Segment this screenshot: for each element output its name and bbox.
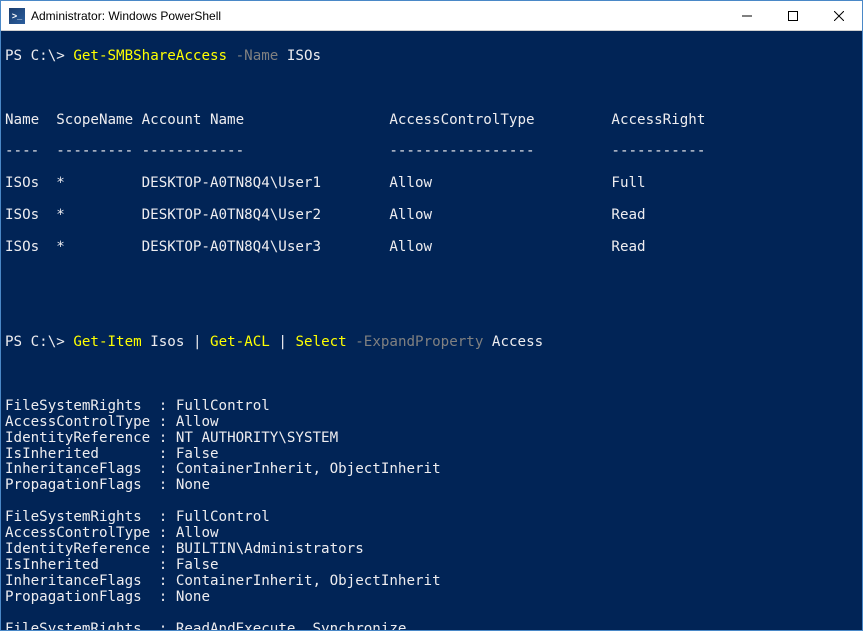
acl-value: None — [176, 589, 210, 605]
prompt: PS C:\> — [5, 334, 73, 350]
acl-row: AccessControlType: Allow — [5, 526, 858, 542]
prompt: PS C:\> — [5, 48, 73, 64]
acl-row: AccessControlType: Allow — [5, 415, 858, 431]
cmdlet: Get-Item — [73, 334, 141, 350]
blank-line — [5, 81, 858, 97]
acl-sep: : — [159, 510, 176, 526]
acl-value: NT AUTHORITY\SYSTEM — [176, 430, 338, 446]
acl-value: ContainerInherit, ObjectInherit — [176, 461, 441, 477]
acl-sep: : — [159, 399, 176, 415]
acl-value: None — [176, 477, 210, 493]
acl-key: AccessControlType — [5, 526, 159, 542]
window-title: Administrator: Windows PowerShell — [31, 9, 221, 23]
acl-key: PropagationFlags — [5, 478, 159, 494]
acl-key: InheritanceFlags — [5, 462, 159, 478]
acl-sep: : — [159, 574, 176, 590]
cmdlet: Select — [287, 334, 347, 350]
blank-line — [5, 606, 858, 622]
col-act: AccessControlType — [389, 113, 611, 129]
arg: Access — [483, 334, 543, 350]
acl-key: IsInherited — [5, 558, 159, 574]
acl-row: IdentityReference: NT AUTHORITY\SYSTEM — [5, 431, 858, 447]
command-line-2: PS C:\> Get-Item Isos | Get-ACL | Select… — [5, 335, 858, 351]
acl-key: AccessControlType — [5, 415, 159, 431]
acl-sep: : — [159, 622, 176, 630]
param-name: -ExpandProperty — [347, 334, 484, 350]
terminal-area[interactable]: PS C:\> Get-SMBShareAccess -Name ISOs Na… — [1, 31, 862, 630]
col-name: Name — [5, 113, 56, 129]
acl-value: ReadAndExecute, Synchronize — [176, 621, 407, 630]
acl-value: FullControl — [176, 509, 270, 525]
acl-sep: : — [159, 478, 176, 494]
table-row: ISOs*DESKTOP-A0TN8Q4\User2AllowRead — [5, 208, 858, 224]
acl-key: FileSystemRights — [5, 399, 159, 415]
acl-value: False — [176, 446, 219, 462]
vertical-scrollbar[interactable] — [845, 31, 862, 630]
param-arg: ISOs — [278, 48, 321, 64]
acl-value: BUILTIN\Administrators — [176, 541, 364, 557]
maximize-icon — [788, 11, 798, 21]
acl-row: PropagationFlags: None — [5, 478, 858, 494]
col-right: AccessRight — [611, 113, 705, 129]
param-name: -Name — [227, 48, 278, 64]
acl-key: PropagationFlags — [5, 590, 159, 606]
acl-key: InheritanceFlags — [5, 574, 159, 590]
minimize-icon — [742, 11, 752, 21]
blank-line — [5, 303, 858, 319]
acl-row: FileSystemRights: FullControl — [5, 510, 858, 526]
acl-value: Allow — [176, 525, 219, 541]
acl-row: FileSystemRights: ReadAndExecute, Synchr… — [5, 622, 858, 630]
powershell-window: >_ Administrator: Windows PowerShell PS … — [0, 0, 863, 631]
acl-output: FileSystemRights: FullControlAccessContr… — [5, 399, 858, 630]
acl-key: FileSystemRights — [5, 510, 159, 526]
minimize-button[interactable] — [724, 1, 770, 31]
table-header: NameScopeNameAccount NameAccessControlTy… — [5, 113, 858, 129]
acl-sep: : — [159, 462, 176, 478]
acl-key: IsInherited — [5, 447, 159, 463]
acl-row: IdentityReference: BUILTIN\Administrator… — [5, 542, 858, 558]
acl-value: False — [176, 557, 219, 573]
acl-row: IsInherited: False — [5, 558, 858, 574]
command-line-1: PS C:\> Get-SMBShareAccess -Name ISOs — [5, 49, 858, 65]
acl-sep: : — [159, 526, 176, 542]
arg: Isos — [142, 334, 193, 350]
acl-sep: : — [159, 558, 176, 574]
acl-row: FileSystemRights: FullControl — [5, 399, 858, 415]
acl-key: IdentityReference — [5, 431, 159, 447]
acl-value: FullControl — [176, 398, 270, 414]
table-row: ISOs*DESKTOP-A0TN8Q4\User3AllowRead — [5, 240, 858, 256]
acl-row: IsInherited: False — [5, 447, 858, 463]
acl-key: IdentityReference — [5, 542, 159, 558]
pipe: | — [278, 334, 287, 350]
col-account: Account Name — [142, 113, 390, 129]
blank-line — [5, 272, 858, 288]
acl-sep: : — [159, 447, 176, 463]
acl-sep: : — [159, 415, 176, 431]
acl-sep: : — [159, 542, 176, 558]
acl-value: ContainerInherit, ObjectInherit — [176, 573, 441, 589]
acl-row: InheritanceFlags: ContainerInherit, Obje… — [5, 462, 858, 478]
powershell-icon: >_ — [9, 8, 25, 24]
blank-line — [5, 367, 858, 383]
cmdlet: Get-ACL — [201, 334, 278, 350]
blank-line — [5, 494, 858, 510]
acl-row: PropagationFlags: None — [5, 590, 858, 606]
close-icon — [834, 11, 844, 21]
acl-sep: : — [159, 431, 176, 447]
titlebar[interactable]: >_ Administrator: Windows PowerShell — [1, 1, 862, 31]
close-button[interactable] — [816, 1, 862, 31]
col-scope: ScopeName — [56, 113, 141, 129]
acl-row: InheritanceFlags: ContainerInherit, Obje… — [5, 574, 858, 590]
acl-key: FileSystemRights — [5, 622, 159, 630]
cmdlet: Get-SMBShareAccess — [73, 48, 227, 64]
acl-sep: : — [159, 590, 176, 606]
table-row: ISOs*DESKTOP-A0TN8Q4\User1AllowFull — [5, 176, 858, 192]
acl-value: Allow — [176, 414, 219, 430]
table-divider: ----------------------------------------… — [5, 144, 858, 160]
maximize-button[interactable] — [770, 1, 816, 31]
